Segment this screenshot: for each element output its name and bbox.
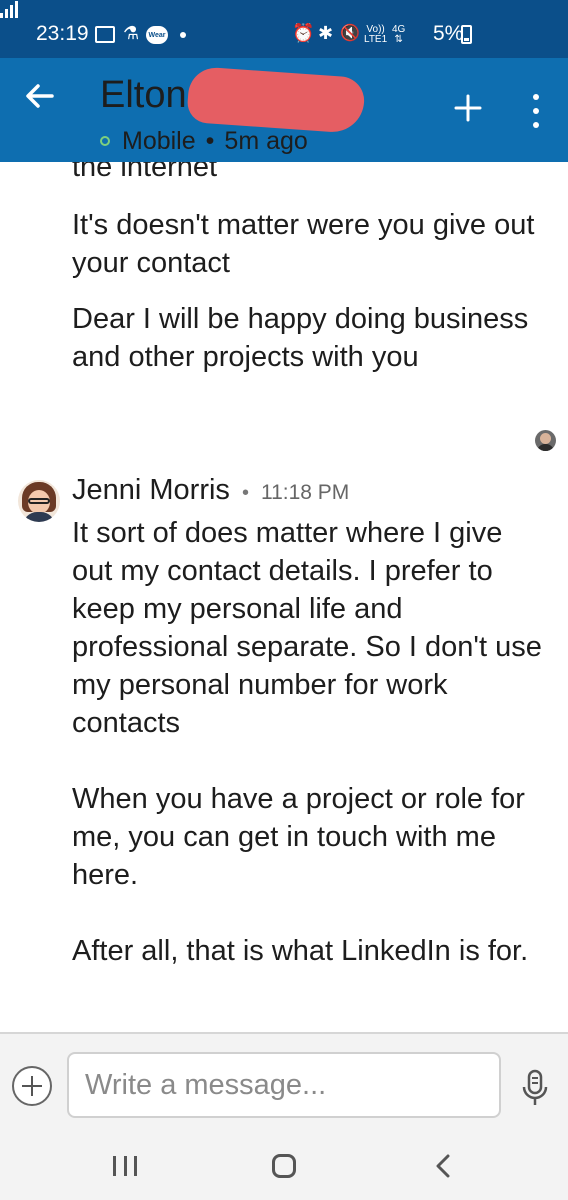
data-arrows-icon: ⇅ [394, 34, 403, 45]
microphone-icon[interactable] [518, 1068, 552, 1108]
accessibility-icon: ⚗ [123, 22, 140, 43]
bluetooth-icon: ✱ [318, 22, 334, 43]
message-timestamp: 11:18 PM [260, 481, 350, 504]
last-seen: 5m ago [224, 126, 308, 155]
sender-name[interactable]: Jenni Morris [72, 474, 230, 507]
status-bar: 23:19 ⚗ Wear ⏰ ✱ 🔇 Vo)) LTE1 4G ⇅ 5% [0, 0, 568, 58]
message-list[interactable]: the internet It's doesn't matter were yo… [0, 162, 568, 1032]
recent-apps-icon[interactable] [113, 1156, 137, 1176]
battery-percent: 5% [433, 22, 464, 45]
contact-name[interactable]: Elton [100, 72, 187, 118]
network-type-icon: 4G ⇅ [392, 24, 405, 46]
home-icon[interactable] [272, 1154, 296, 1178]
volte-line2: LTE1 [364, 34, 388, 45]
message-text: Dear I will be happy doing business and … [72, 303, 537, 373]
more-options-icon[interactable] [524, 94, 548, 128]
attach-plus-icon[interactable] [12, 1066, 52, 1106]
status-time: 23:19 [36, 22, 89, 45]
message-input[interactable] [67, 1052, 501, 1118]
presence-status: Mobile • 5m ago [100, 124, 308, 158]
volte-icon: Vo)) LTE1 [364, 24, 387, 46]
add-participant-icon[interactable] [452, 92, 484, 124]
back-arrow-icon[interactable] [22, 78, 58, 114]
message-text: It's doesn't matter were you give out yo… [72, 209, 543, 279]
mute-icon: 🔇 [340, 25, 360, 42]
message-text: It sort of does matter where I give out … [72, 517, 542, 967]
message-composer [0, 1032, 568, 1130]
sender-separator: • [241, 482, 249, 504]
message-text: the internet [72, 162, 218, 183]
battery-icon [461, 25, 472, 44]
message-header: Jenni Morris • 11:18 PM [72, 474, 349, 512]
read-receipt-avatar [535, 430, 556, 451]
gallery-icon [95, 26, 115, 43]
online-indicator-icon [100, 136, 110, 146]
presence-label: Mobile [122, 126, 196, 155]
signal-icon [0, 0, 18, 18]
notification-dot-icon [180, 32, 186, 38]
system-back-icon[interactable] [434, 1154, 454, 1178]
system-navigation-bar [0, 1130, 568, 1200]
presence-separator: • [205, 126, 215, 155]
alarm-icon: ⏰ [292, 22, 315, 43]
wear-icon: Wear [146, 26, 168, 44]
avatar[interactable] [18, 480, 60, 522]
